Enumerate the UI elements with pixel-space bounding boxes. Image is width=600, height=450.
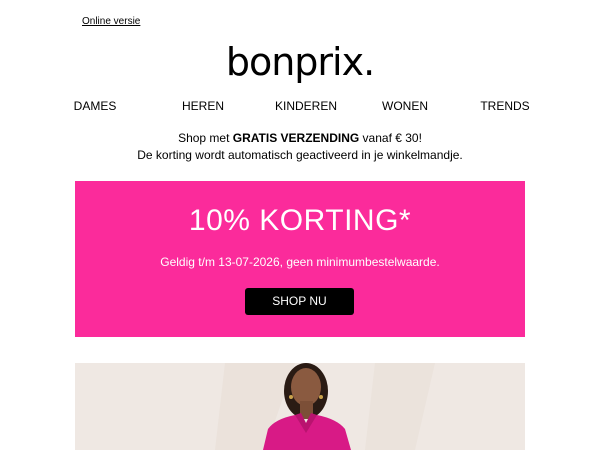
shipping-info: Shop met GRATIS VERZENDING vanaf € 30! D… bbox=[0, 130, 600, 164]
nav-item-kinderen[interactable]: KINDEREN bbox=[265, 99, 347, 113]
model-photo bbox=[75, 363, 525, 450]
shop-now-button[interactable]: SHOP NU bbox=[245, 288, 354, 315]
nav-item-heren[interactable]: HEREN bbox=[149, 99, 257, 113]
main-nav: DAMES HEREN KINDEREN WONEN TRENDS bbox=[0, 99, 600, 113]
discount-banner[interactable]: 10% KORTING* Geldig t/m 13-07-2026, geen… bbox=[75, 181, 525, 337]
shipping-suffix: vanaf € 30! bbox=[359, 131, 422, 145]
hero-image[interactable] bbox=[75, 363, 525, 450]
nav-item-trends[interactable]: TRENDS bbox=[455, 99, 555, 113]
shipping-prefix: Shop met bbox=[178, 131, 233, 145]
nav-item-wonen[interactable]: WONEN bbox=[355, 99, 455, 113]
shipping-free: GRATIS VERZENDING bbox=[232, 131, 360, 145]
discount-subtitle: Geldig t/m 13-07-2026, geen minimumbeste… bbox=[160, 255, 440, 269]
shipping-line-1: Shop met GRATIS VERZENDING vanaf € 30! bbox=[0, 130, 600, 147]
online-version-link[interactable]: Online versie bbox=[82, 16, 140, 27]
bonprix-logo[interactable]: bonprix. bbox=[0, 38, 600, 86]
shipping-line-2: De korting wordt automatisch geactiveerd… bbox=[137, 148, 463, 162]
discount-title: 10% KORTING* bbox=[188, 204, 412, 237]
nav-item-dames[interactable]: DAMES bbox=[45, 99, 145, 113]
